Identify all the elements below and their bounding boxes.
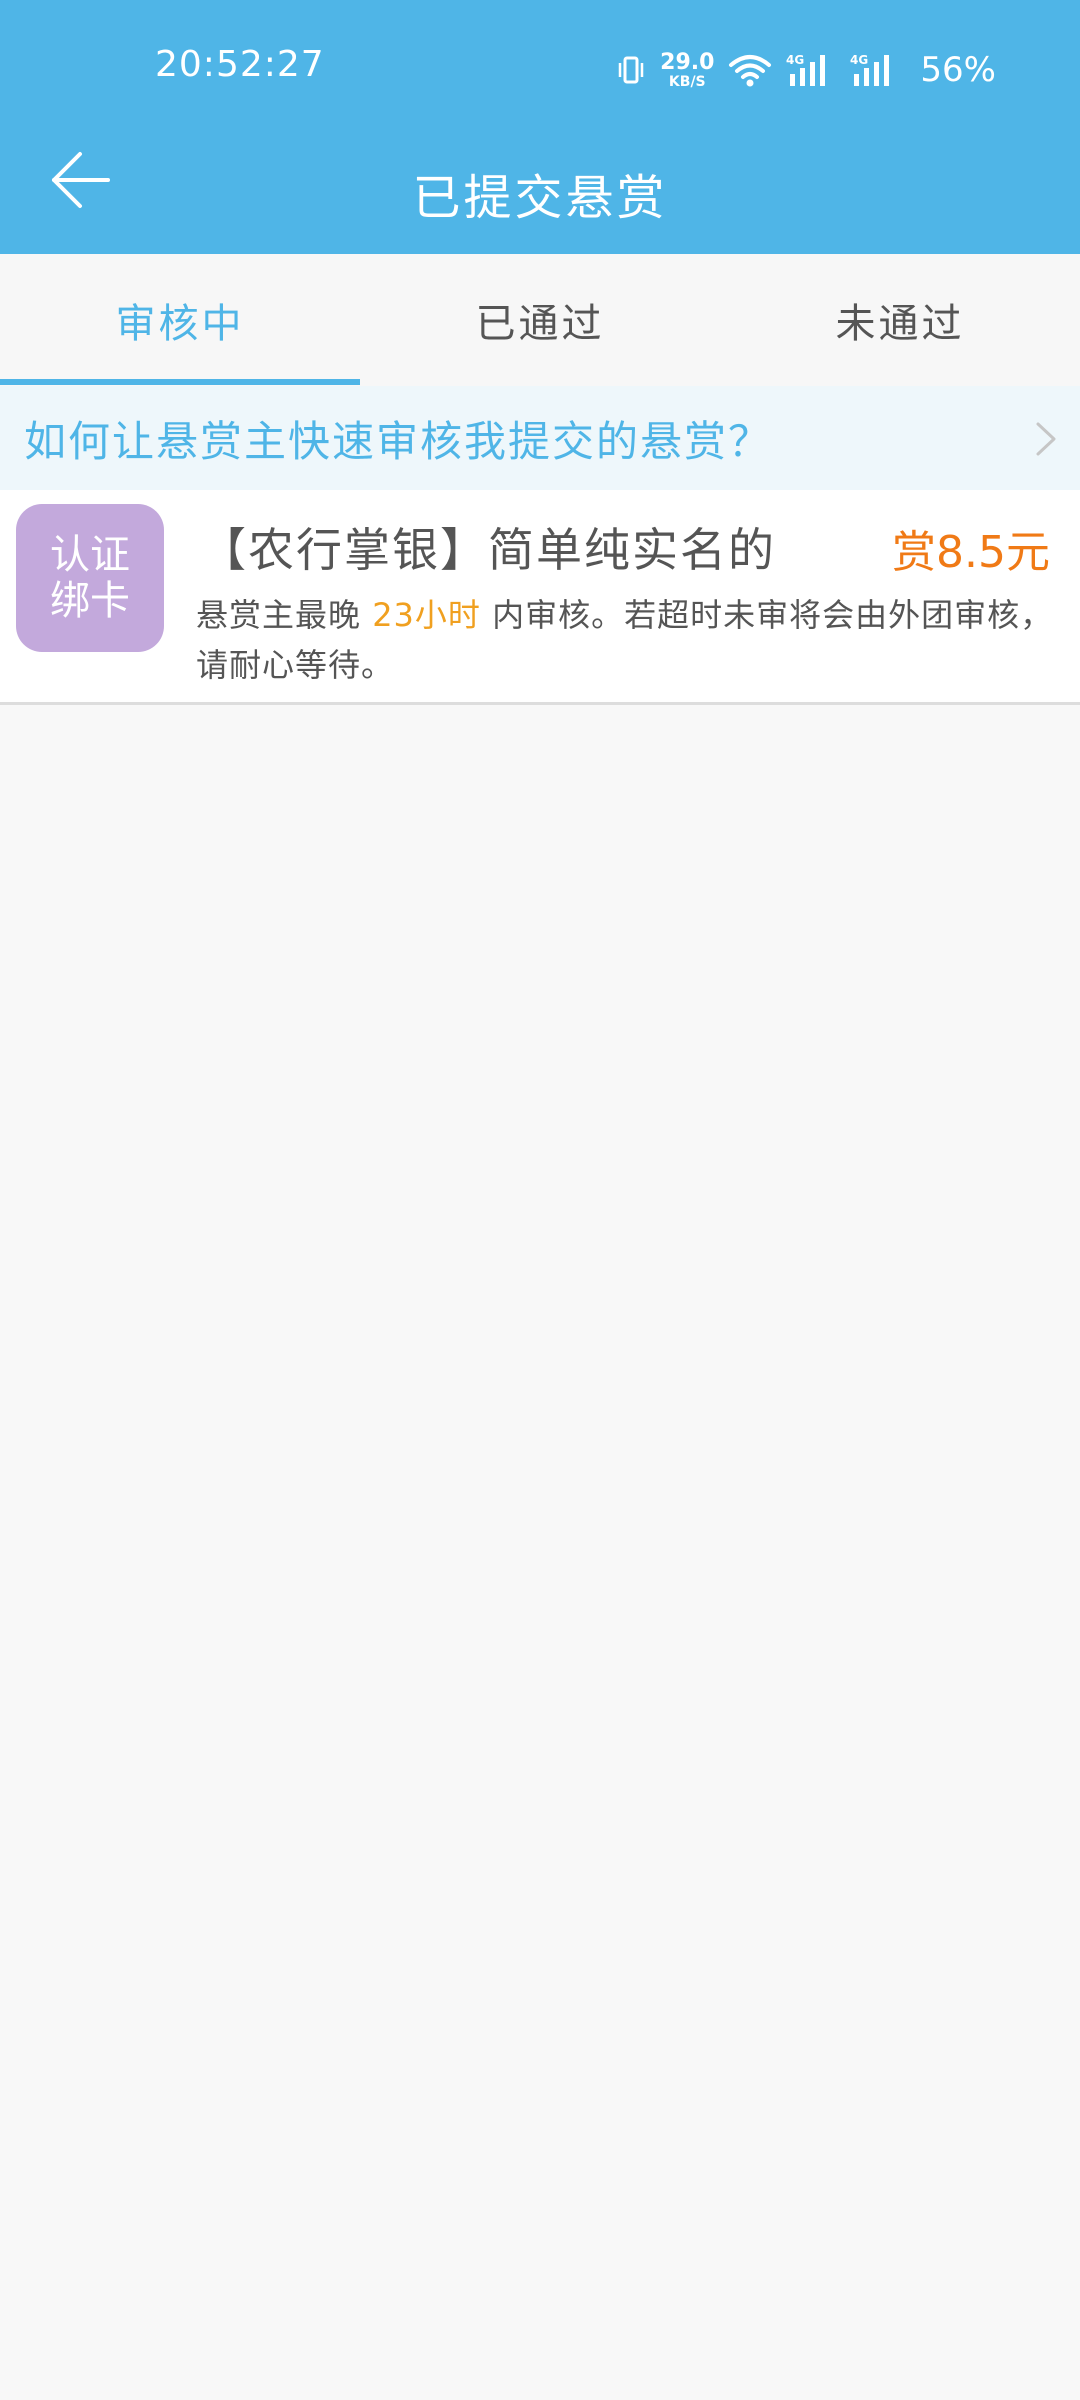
battery-level: 56% bbox=[920, 50, 996, 90]
task-review-deadline: 23小时 bbox=[372, 596, 481, 634]
status-tabs: 审核中 已通过 未通过 bbox=[0, 254, 1080, 386]
signal-4g-label-2: 4G bbox=[850, 53, 868, 67]
review-tip-banner[interactable]: 如何让悬赏主快速审核我提交的悬赏？ bbox=[0, 386, 1080, 490]
signal-4g-icon: 4G bbox=[786, 52, 836, 88]
network-speed-unit: KB/S bbox=[668, 73, 706, 90]
task-title: 【农行掌银】简单纯实名的 bbox=[200, 523, 776, 577]
wifi-icon bbox=[728, 53, 772, 87]
page-title: 已提交悬赏 bbox=[412, 170, 668, 226]
chevron-right-icon bbox=[1034, 420, 1058, 462]
vibrate-icon bbox=[616, 54, 646, 86]
tab-rejected[interactable]: 未通过 bbox=[720, 254, 1080, 386]
active-tab-indicator bbox=[0, 379, 360, 385]
tip-banner-text: 如何让悬赏主快速审核我提交的悬赏？ bbox=[24, 416, 773, 466]
network-speed: 29.0 KB/S bbox=[660, 49, 715, 90]
app-header: 20:52:27 29.0 KB/S 4G 4G 56% 已提交悬赏 bbox=[0, 0, 1080, 254]
task-thumbnail-line1: 认证 bbox=[50, 532, 130, 578]
task-thumbnail: 认证 绑卡 bbox=[16, 504, 164, 652]
task-list-item[interactable]: 认证 绑卡 【农行掌银】简单纯实名的 赏8.5元 悬赏主最晚 23小时 内审核。… bbox=[0, 490, 1080, 705]
tab-approved[interactable]: 已通过 bbox=[360, 254, 720, 386]
task-thumbnail-line2: 绑卡 bbox=[50, 578, 130, 624]
status-time: 20:52:27 bbox=[155, 44, 325, 85]
signal-4g-icon: 4G bbox=[850, 52, 900, 88]
task-description: 悬赏主最晚 23小时 内审核。若超时未审将会由外团审核，请耐心等待。 bbox=[196, 590, 1056, 690]
task-reward: 赏8.5元 bbox=[892, 527, 1050, 578]
status-icons: 29.0 KB/S 4G 4G 56% bbox=[616, 46, 996, 94]
task-desc-prefix: 悬赏主最晚 bbox=[196, 596, 362, 634]
network-speed-value: 29.0 bbox=[660, 49, 715, 75]
signal-4g-label-1: 4G bbox=[786, 53, 804, 67]
tab-reviewing[interactable]: 审核中 bbox=[0, 254, 360, 386]
